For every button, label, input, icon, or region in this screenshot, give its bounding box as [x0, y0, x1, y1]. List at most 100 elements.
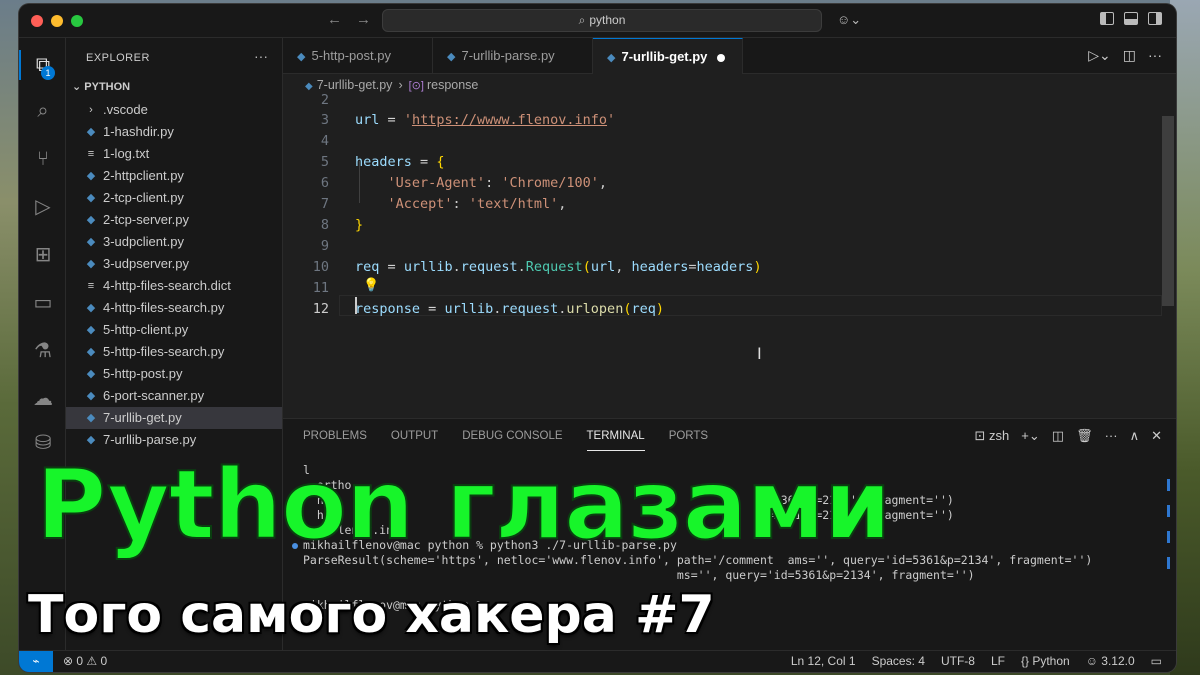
file-item[interactable]: ◆ 5-http-client.py — [66, 319, 282, 341]
line-number: 12 — [312, 301, 329, 317]
workspace-folder[interactable]: ⌄ PYTHON — [72, 80, 130, 93]
forward-arrow-icon[interactable]: → — [356, 11, 371, 28]
file-item[interactable]: ◆ 6-port-scanner.py — [66, 385, 282, 407]
tab-debug-console[interactable]: DEBUG CONSOLE — [462, 419, 562, 453]
split-terminal-icon[interactable]: ◫ — [1052, 428, 1064, 444]
python-interpreter[interactable]: ☺ 3.12.0 — [1086, 651, 1135, 672]
chevron-right-icon: › — [398, 78, 403, 92]
toggle-secondary-sidebar-icon[interactable] — [1148, 12, 1162, 25]
line-number: 11 — [312, 280, 329, 296]
tab-7-urllib-get[interactable]: ◆ 7-urllib-get.py — [593, 38, 743, 74]
toggle-primary-sidebar-icon[interactable] — [1100, 12, 1114, 25]
line-number: 10 — [312, 259, 329, 275]
mouse-ibeam-icon: I — [757, 344, 762, 363]
file-item[interactable]: ◆ 5-http-files-search.py — [66, 341, 282, 363]
maximize-window-button[interactable] — [71, 15, 83, 27]
run-python-icon[interactable]: ▷⌄ — [1088, 47, 1111, 64]
file-item[interactable]: ◆ 4-http-files-search.py — [66, 297, 282, 319]
file-item[interactable]: ◆ 2-tcp-server.py — [66, 209, 282, 231]
line-ending[interactable]: LF — [991, 651, 1005, 672]
search-icon[interactable]: ⌕ — [30, 98, 56, 124]
breadcrumb: ◆ 7-urllib-get.py › [⊙] response — [283, 74, 1176, 98]
file-item-selected[interactable]: ◆ 7-urllib-get.py — [66, 407, 282, 429]
tab-problems[interactable]: PROBLEMS — [303, 419, 367, 453]
python-file-icon: ◆ — [86, 302, 96, 314]
editor-scrollbar[interactable] — [1162, 116, 1174, 306]
file-item-vscode[interactable]: › .vscode — [66, 99, 282, 121]
line-number: 3 — [320, 112, 329, 128]
file-label: 3-udpserver.py — [103, 256, 189, 271]
minimize-window-button[interactable] — [51, 15, 63, 27]
remote-indicator-icon[interactable]: ⌁ — [19, 651, 53, 672]
close-panel-icon[interactable]: ✕ — [1151, 428, 1162, 444]
file-item[interactable]: ◆ 7-urllib-parse.py — [66, 429, 282, 451]
language-mode[interactable]: {} Python — [1021, 651, 1070, 672]
encoding[interactable]: UTF-8 — [941, 651, 975, 672]
file-item[interactable]: ◆ 3-udpserver.py — [66, 253, 282, 275]
split-editor-icon[interactable]: ◫ — [1123, 47, 1136, 64]
python-file-icon: ◆ — [86, 192, 96, 204]
python-file-icon: ◆ — [86, 236, 96, 248]
tab-output[interactable]: OUTPUT — [391, 419, 438, 453]
toggle-panel-icon[interactable] — [1124, 12, 1138, 25]
terminal-shell-selector[interactable]: ⊡ zsh — [975, 428, 1010, 444]
maximize-panel-icon[interactable]: ∧ — [1130, 428, 1140, 444]
file-item[interactable]: ≡ 4-http-files-search.dict — [66, 275, 282, 297]
command-center-search[interactable]: ⌕ python — [382, 9, 822, 32]
source-control-icon[interactable]: ⑂ — [30, 146, 56, 172]
python-file-icon: ◆ — [86, 170, 96, 182]
problems-summary[interactable]: ⊗ 0 ⚠ 0 — [63, 651, 107, 672]
file-label: 1-log.txt — [103, 146, 150, 161]
notifications-icon[interactable]: ▭ — [1151, 651, 1162, 672]
file-label: 3-udpclient.py — [103, 234, 184, 249]
indentation[interactable]: Spaces: 4 — [872, 651, 925, 672]
file-label: 7-urllib-get.py — [103, 410, 182, 425]
file-item[interactable]: ≡ 1-log.txt — [66, 143, 282, 165]
python-file-icon: ◆ — [86, 368, 96, 380]
file-label: 5-http-post.py — [103, 366, 183, 381]
navigation-arrows: ← → — [327, 11, 371, 28]
text-file-icon: ≡ — [87, 280, 95, 292]
code-editor[interactable]: 2 3 url = 'https://wwww.flenov.info' 4 5 h… — [283, 92, 1176, 418]
more-actions-icon[interactable]: ··· — [1105, 428, 1118, 444]
tab-5-http-post[interactable]: ◆ 5-http-post.py — [283, 38, 433, 74]
file-item[interactable]: ◆ 3-udpclient.py — [66, 231, 282, 253]
close-window-button[interactable] — [31, 15, 43, 27]
tab-ports[interactable]: PORTS — [669, 419, 708, 453]
file-label: 2-tcp-client.py — [103, 190, 184, 205]
file-label: 4-http-files-search.py — [103, 300, 225, 315]
run-debug-icon[interactable]: ▷ — [30, 194, 56, 220]
python-file-icon: ◆ — [607, 52, 616, 64]
vscode-window: ← → ⌕ python ☺⌄ ⧉ 1 ⌕ ⑂ ▷ ⊞ ▭ ⚗ ☁ ⛁ EXPLO… — [19, 4, 1176, 672]
docker-icon[interactable]: ☁ — [30, 386, 56, 412]
tab-7-urllib-parse[interactable]: ◆ 7-urllib-parse.py — [433, 38, 593, 74]
new-terminal-icon[interactable]: +⌄ — [1021, 428, 1039, 444]
file-item[interactable]: ◆ 2-httpclient.py — [66, 165, 282, 187]
python-file-icon: ◆ — [86, 324, 96, 336]
tab-terminal[interactable]: TERMINAL — [586, 419, 645, 451]
tab-label: 7-urllib-parse.py — [461, 48, 555, 63]
more-actions-icon[interactable]: ··· — [1148, 47, 1162, 64]
file-item[interactable]: ◆ 5-http-post.py — [66, 363, 282, 385]
lightbulb-icon[interactable]: 💡 — [363, 278, 379, 293]
breadcrumb-symbol[interactable]: response — [427, 78, 478, 92]
copilot-icon[interactable]: ☺⌄ — [837, 12, 861, 28]
extensions-icon[interactable]: ⊞ — [30, 242, 56, 268]
text-cursor — [355, 297, 357, 314]
file-item[interactable]: ◆ 1-hashdir.py — [66, 121, 282, 143]
search-icon: ⌕ — [578, 13, 586, 27]
back-arrow-icon[interactable]: ← — [327, 11, 342, 28]
testing-flask-icon[interactable]: ⚗ — [30, 338, 56, 364]
remote-explorer-icon[interactable]: ▭ — [30, 290, 56, 316]
trash-icon[interactable]: 🗑 — [1076, 428, 1093, 444]
file-label: .vscode — [103, 102, 148, 117]
cursor-position[interactable]: Ln 12, Col 1 — [791, 651, 856, 672]
python-file-icon: ◆ — [86, 434, 96, 446]
error-count: 0 — [76, 654, 84, 668]
more-actions-icon[interactable]: ··· — [254, 48, 268, 64]
unsaved-dot-icon[interactable] — [717, 53, 726, 62]
code-text: 'User-Agent': 'Chrome/100', — [387, 175, 608, 191]
file-item[interactable]: ◆ 2-tcp-client.py — [66, 187, 282, 209]
panel-tabs: PROBLEMS OUTPUT DEBUG CONSOLE TERMINAL P… — [303, 419, 708, 453]
line-number: 9 — [320, 238, 329, 254]
